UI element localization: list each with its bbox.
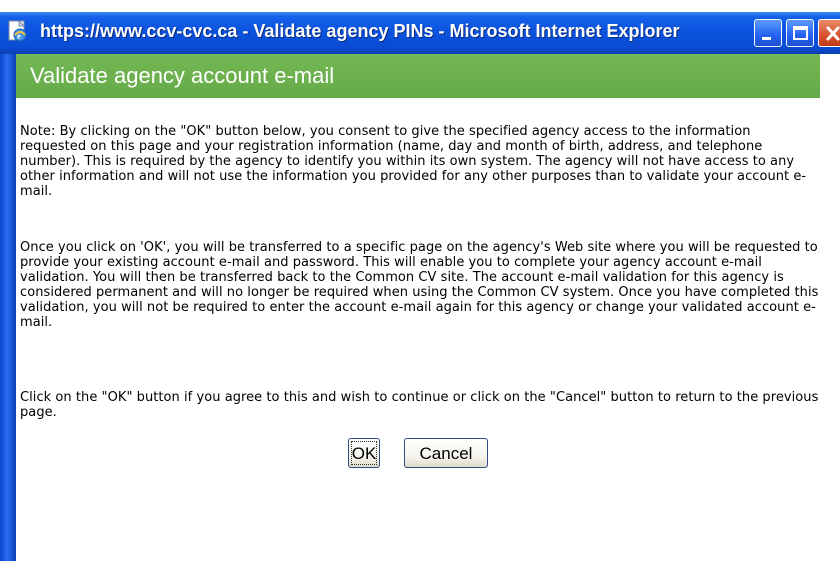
window-frame-left — [0, 54, 16, 561]
instruction-paragraph: Click on the "OK" button if you agree to… — [20, 390, 819, 420]
close-icon — [826, 26, 840, 41]
maximize-button[interactable] — [786, 19, 814, 47]
internet-explorer-page-icon: e — [8, 19, 28, 42]
minimize-button[interactable] — [754, 19, 782, 47]
maximize-icon — [793, 26, 808, 40]
cancel-button[interactable]: Cancel — [404, 438, 488, 468]
title-bar[interactable]: e https://www.ccv-cvc.ca - Validate agen… — [0, 12, 840, 54]
transfer-info-paragraph: Once you click on 'OK', you will be tran… — [20, 240, 819, 330]
window-title: https://www.ccv-cvc.ca - Validate agency… — [40, 21, 680, 41]
close-button[interactable] — [818, 19, 840, 47]
svg-text:e: e — [17, 31, 21, 41]
ok-button[interactable]: OK — [348, 438, 380, 468]
browser-window: e https://www.ccv-cvc.ca - Validate agen… — [0, 0, 840, 561]
minimize-icon — [762, 37, 771, 40]
page-title: Validate agency account e-mail — [30, 63, 335, 88]
page-content: Validate agency account e-mail Note: By … — [16, 54, 840, 561]
page-header-bar: Validate agency account e-mail — [16, 54, 820, 98]
consent-note-paragraph: Note: By clicking on the "OK" button bel… — [20, 124, 807, 199]
